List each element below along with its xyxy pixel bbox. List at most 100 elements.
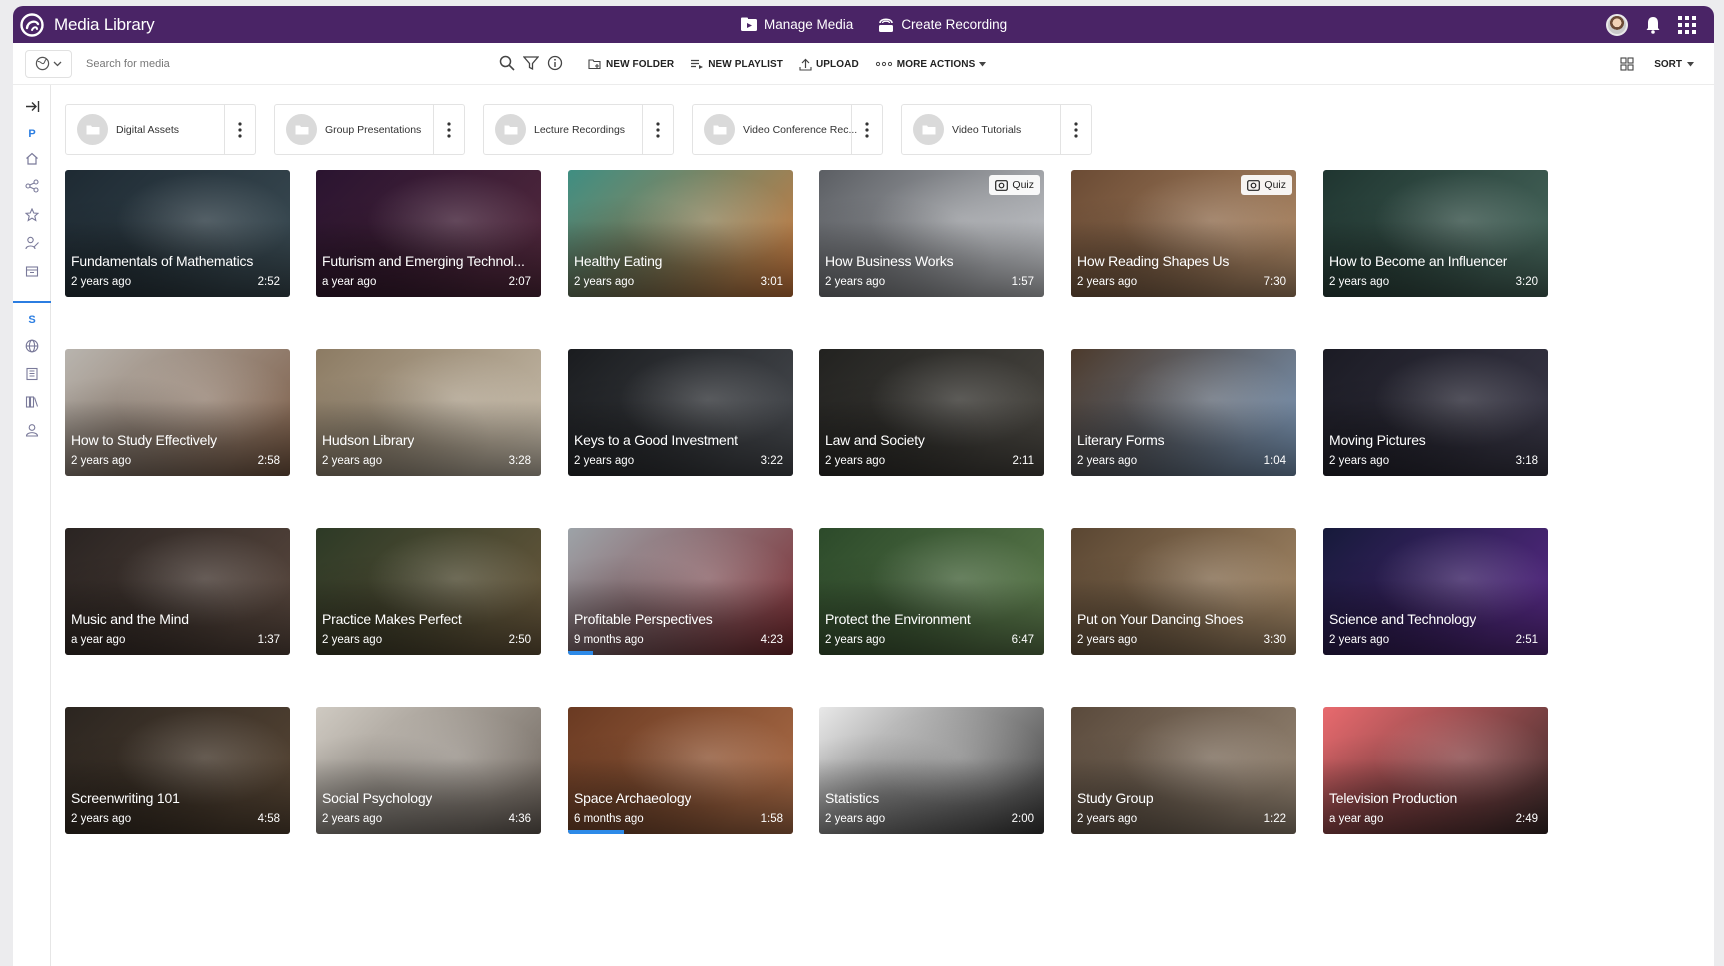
collapse-rail-icon[interactable] bbox=[23, 97, 41, 115]
media-folder-icon bbox=[741, 17, 757, 31]
media-age: 6 months ago bbox=[574, 813, 644, 825]
media-title: Profitable Perspectives bbox=[574, 611, 713, 627]
media-card[interactable]: Screenwriting 101 2 years ago 4:58 bbox=[65, 707, 290, 834]
apps-grid-icon[interactable] bbox=[1678, 15, 1696, 34]
media-card[interactable]: Keys to a Good Investment 2 years ago 3:22 bbox=[568, 349, 793, 476]
media-age: 2 years ago bbox=[825, 455, 886, 467]
home-icon[interactable] bbox=[23, 149, 41, 167]
media-title: Music and the Mind bbox=[71, 611, 189, 627]
scope-dropdown[interactable] bbox=[25, 49, 72, 78]
folder-card[interactable]: Lecture Recordings bbox=[483, 104, 674, 155]
media-card[interactable]: Literary Forms 2 years ago 1:04 bbox=[1071, 349, 1296, 476]
folder-menu-button[interactable] bbox=[1060, 105, 1091, 154]
media-card[interactable]: Fundamentals of Mathematics 2 years ago 2:… bbox=[65, 170, 290, 297]
sort-button[interactable]: SORT bbox=[1654, 59, 1694, 70]
media-duration: 3:18 bbox=[1515, 455, 1538, 467]
media-age: 2 years ago bbox=[1329, 455, 1390, 467]
media-card[interactable]: Put on Your Dancing Shoes 2 years ago 3:30 bbox=[1071, 528, 1296, 655]
media-card[interactable]: Profitable Perspectives 9 months ago 4:23 bbox=[568, 528, 793, 655]
media-age: 2 years ago bbox=[825, 634, 886, 646]
media-card[interactable]: Social Psychology 2 years ago 4:36 bbox=[316, 707, 541, 834]
avatar[interactable] bbox=[1606, 13, 1628, 36]
more-dots-icon bbox=[875, 61, 892, 67]
media-card[interactable]: Practice Makes Perfect 2 years ago 2:50 bbox=[316, 528, 541, 655]
media-duration: 4:36 bbox=[508, 813, 531, 825]
media-age: 9 months ago bbox=[574, 634, 644, 646]
media-card[interactable]: Television Production a year ago 2:49 bbox=[1323, 707, 1548, 834]
media-title: Moving Pictures bbox=[1329, 432, 1426, 448]
media-title: Hudson Library bbox=[322, 432, 415, 448]
media-card[interactable]: Music and the Mind a year ago 1:37 bbox=[65, 528, 290, 655]
building-icon[interactable] bbox=[23, 365, 41, 383]
new-folder-button[interactable]: NEW FOLDER bbox=[588, 58, 674, 70]
create-recording-label: Create Recording bbox=[901, 17, 1008, 32]
shared-letter: S bbox=[28, 314, 36, 326]
share-icon[interactable] bbox=[23, 177, 41, 195]
folder-menu-button[interactable] bbox=[642, 105, 673, 154]
media-card[interactable]: How to Become an Influencer 2 years ago 3:… bbox=[1323, 170, 1548, 297]
playlist-icon bbox=[691, 59, 704, 69]
media-title: How to Study Effectively bbox=[71, 432, 217, 448]
left-rail: P S bbox=[13, 85, 51, 966]
app-window: Media Library Manage Media Create Record… bbox=[13, 6, 1714, 966]
folder-menu-button[interactable] bbox=[433, 105, 464, 154]
media-title: Social Psychology bbox=[322, 790, 433, 806]
sort-label: SORT bbox=[1654, 58, 1682, 70]
media-title: Statistics bbox=[825, 790, 880, 806]
folder-card[interactable]: Digital Assets bbox=[65, 104, 256, 155]
search-icon[interactable] bbox=[499, 55, 515, 71]
kebab-menu-icon bbox=[238, 121, 242, 138]
folder-menu-button[interactable] bbox=[224, 105, 255, 154]
media-duration: 2:52 bbox=[257, 276, 280, 288]
media-title: Study Group bbox=[1077, 790, 1154, 806]
media-card[interactable]: Protect the Environment 2 years ago 6:47 bbox=[819, 528, 1044, 655]
media-card[interactable]: Moving Pictures 2 years ago 3:18 bbox=[1323, 349, 1548, 476]
toolbar: NEW FOLDER NEW PLAYLIST UPLOAD MORE ACTI… bbox=[13, 43, 1714, 85]
upload-button[interactable]: UPLOAD bbox=[799, 58, 859, 71]
media-card[interactable]: Study Group 2 years ago 1:22 bbox=[1071, 707, 1296, 834]
media-duration: 7:30 bbox=[1263, 276, 1286, 288]
media-card[interactable]: Healthy Eating 2 years ago 3:01 bbox=[568, 170, 793, 297]
personal-letter: P bbox=[28, 128, 36, 140]
media-card[interactable]: Hudson Library 2 years ago 3:28 bbox=[316, 349, 541, 476]
app-logo-icon bbox=[20, 12, 44, 37]
more-actions-button[interactable]: MORE ACTIONS bbox=[875, 59, 987, 70]
watch-progress-bar bbox=[568, 830, 625, 834]
brand[interactable]: Media Library bbox=[13, 12, 155, 38]
new-playlist-button[interactable]: NEW PLAYLIST bbox=[690, 58, 783, 70]
media-card[interactable]: How Business Works 2 years ago 1:57 Quiz bbox=[819, 170, 1044, 297]
media-duration: 2:00 bbox=[1011, 813, 1034, 825]
folder-card[interactable]: Group Presentations bbox=[274, 104, 465, 155]
folder-menu-button[interactable] bbox=[851, 105, 882, 154]
media-card[interactable]: Science and Technology 2 years ago 2:51 bbox=[1323, 528, 1548, 655]
media-card[interactable]: Futurism and Emerging Technol... a year a… bbox=[316, 170, 541, 297]
media-card[interactable]: Space Archaeology 6 months ago 1:58 bbox=[568, 707, 793, 834]
media-card[interactable]: How Reading Shapes Us 2 years ago 7:30 Quiz bbox=[1071, 170, 1296, 297]
kebab-menu-icon bbox=[865, 121, 869, 138]
media-age: 2 years ago bbox=[1077, 634, 1138, 646]
library-icon[interactable] bbox=[23, 393, 41, 411]
create-recording-button[interactable]: Create Recording bbox=[877, 17, 1007, 33]
globe-icon[interactable] bbox=[23, 337, 41, 355]
star-icon[interactable] bbox=[23, 206, 41, 224]
user-edit-icon[interactable] bbox=[23, 234, 41, 252]
media-card[interactable]: Law and Society 2 years ago 2:11 bbox=[819, 349, 1044, 476]
user-group-icon[interactable] bbox=[23, 421, 41, 439]
info-icon[interactable] bbox=[547, 55, 563, 71]
media-duration: 1:22 bbox=[1263, 813, 1286, 825]
media-card[interactable]: How to Study Effectively 2 years ago 2:58 bbox=[65, 349, 290, 476]
media-duration: 3:20 bbox=[1515, 276, 1538, 288]
media-age: 2 years ago bbox=[574, 276, 635, 288]
notification-bell-icon[interactable] bbox=[1645, 16, 1661, 34]
archive-icon[interactable] bbox=[23, 262, 41, 280]
shared-section-marker: S bbox=[23, 311, 41, 329]
filter-icon[interactable] bbox=[523, 55, 539, 71]
media-age: 2 years ago bbox=[1329, 276, 1390, 288]
grid-view-icon[interactable] bbox=[1620, 57, 1634, 71]
media-duration: 6:47 bbox=[1011, 634, 1034, 646]
folder-card[interactable]: Video Conference Rec... bbox=[692, 104, 883, 155]
folder-card[interactable]: Video Tutorials bbox=[901, 104, 1092, 155]
media-card[interactable]: Statistics 2 years ago 2:00 bbox=[819, 707, 1044, 834]
search-input[interactable] bbox=[83, 58, 453, 70]
manage-media-button[interactable]: Manage Media bbox=[740, 17, 853, 32]
